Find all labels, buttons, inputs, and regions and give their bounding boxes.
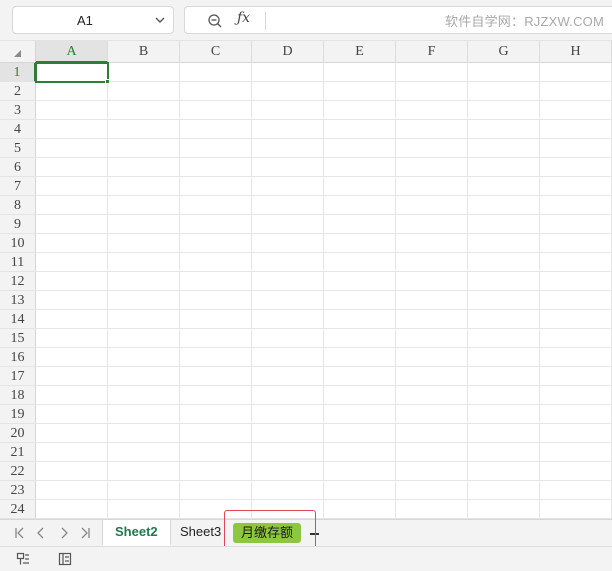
row-header-13[interactable]: 13 [0, 291, 36, 310]
last-sheet-icon[interactable] [77, 525, 93, 541]
column-header-a[interactable]: A [36, 41, 108, 63]
row-header-7[interactable]: 7 [0, 177, 36, 196]
row-header-19[interactable]: 19 [0, 405, 36, 424]
row-header-4[interactable]: 4 [0, 120, 36, 139]
formula-separator [265, 12, 266, 30]
row-header-16[interactable]: 16 [0, 348, 36, 367]
row-header-2[interactable]: 2 [0, 82, 36, 101]
row-header-10[interactable]: 10 [0, 234, 36, 253]
row-header-1[interactable]: 1 [0, 63, 36, 82]
name-box-value: A1 [77, 13, 93, 28]
select-all-corner[interactable] [0, 41, 36, 63]
formula-input[interactable]: ƒx 软件自学网：RJZXW.COM [184, 6, 612, 34]
row-header-15[interactable]: 15 [0, 329, 36, 348]
prev-sheet-icon[interactable] [33, 525, 49, 541]
tab-sheet2[interactable]: Sheet2 [102, 520, 171, 546]
row-header-17[interactable]: 17 [0, 367, 36, 386]
status-bar [0, 546, 612, 571]
column-header-d[interactable]: D [252, 41, 324, 63]
function-icon[interactable]: ƒx [237, 10, 250, 26]
chevron-down-icon[interactable] [153, 13, 167, 27]
zoom-icon[interactable] [207, 13, 223, 29]
name-box[interactable]: A1 [12, 6, 174, 34]
spreadsheet-grid: ABCDEFGH 1 2 3 4 5 6 7 8 9 10 11 12 13 14 15 16 17 18 19 20… [0, 41, 612, 519]
active-cell-a1[interactable] [35, 62, 109, 83]
row-header-23[interactable]: 23 [0, 481, 36, 500]
next-sheet-icon[interactable] [56, 525, 72, 541]
first-sheet-icon[interactable] [12, 525, 28, 541]
cell-area[interactable] [36, 63, 612, 519]
row-header-6[interactable]: 6 [0, 158, 36, 177]
sheet-view-icon[interactable] [57, 551, 73, 567]
row-header-20[interactable]: 20 [0, 424, 36, 443]
row-header-9[interactable]: 9 [0, 215, 36, 234]
column-header-h[interactable]: H [540, 41, 612, 63]
column-header-b[interactable]: B [108, 41, 180, 63]
column-headers: ABCDEFGH [36, 41, 612, 63]
row-header-14[interactable]: 14 [0, 310, 36, 329]
column-header-e[interactable]: E [324, 41, 396, 63]
column-header-g[interactable]: G [468, 41, 540, 63]
row-header-21[interactable]: 21 [0, 443, 36, 462]
fill-handle[interactable] [105, 79, 110, 84]
row-header-3[interactable]: 3 [0, 101, 36, 120]
row-header-22[interactable]: 22 [0, 462, 36, 481]
formula-bar: A1 ƒx 软件自学网：RJZXW.COM [0, 0, 612, 41]
select-all-icon [14, 50, 21, 57]
row-header-12[interactable]: 12 [0, 272, 36, 291]
row-header-8[interactable]: 8 [0, 196, 36, 215]
row-header-5[interactable]: 5 [0, 139, 36, 158]
row-header-24[interactable]: 24 [0, 500, 36, 519]
macro-icon[interactable] [15, 551, 31, 567]
column-header-c[interactable]: C [180, 41, 252, 63]
column-header-f[interactable]: F [396, 41, 468, 63]
watermark-text: 软件自学网：RJZXW.COM [445, 14, 604, 29]
row-header-18[interactable]: 18 [0, 386, 36, 405]
row-headers: 1 2 3 4 5 6 7 8 9 10 11 12 13 14 15 16 17 18 19 20 21 22 23 24 [0, 63, 36, 519]
row-header-11[interactable]: 11 [0, 253, 36, 272]
